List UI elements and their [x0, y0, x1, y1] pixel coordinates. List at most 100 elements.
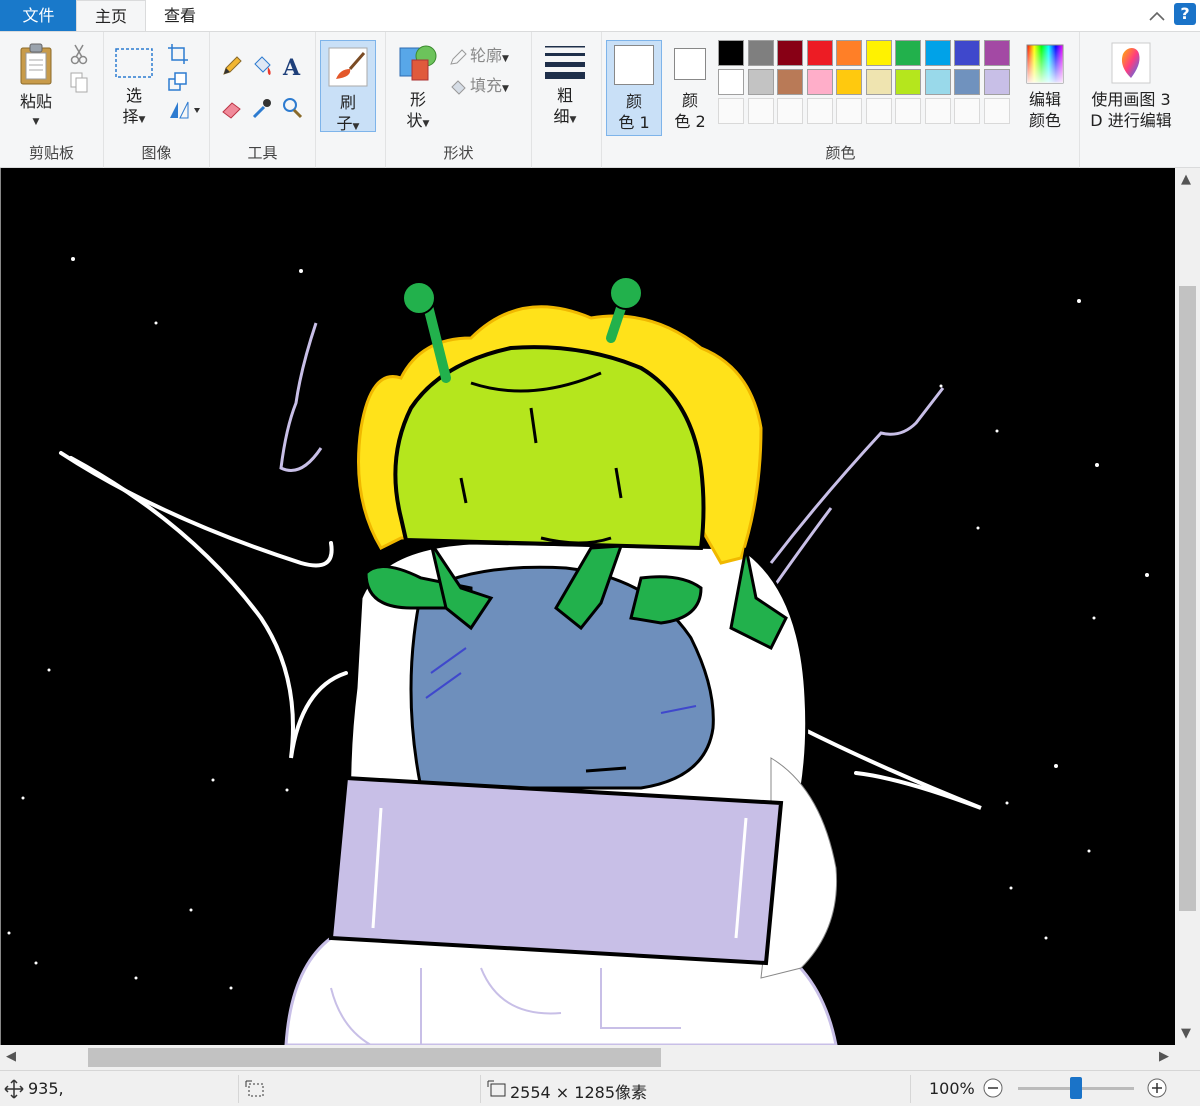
zoom-in-icon[interactable]	[1146, 1077, 1168, 1099]
custom-color-slot[interactable]	[777, 98, 803, 124]
canvas-workspace[interactable]	[0, 168, 1175, 1045]
collapse-ribbon-button[interactable]	[1146, 5, 1168, 27]
scroll-right-icon[interactable]: ▶	[1159, 1049, 1169, 1064]
scroll-left-icon[interactable]: ◀	[6, 1049, 16, 1064]
tab-home[interactable]: 主页	[76, 0, 146, 32]
select-label-2: 择	[122, 107, 139, 126]
palette-swatch[interactable]	[806, 69, 833, 95]
tools-group: A 工具	[210, 32, 316, 168]
custom-color-slot[interactable]	[836, 98, 862, 124]
vertical-scrollbar[interactable]: ▲ ▼	[1175, 168, 1200, 1045]
palette-swatch[interactable]	[836, 40, 862, 66]
resize-icon[interactable]	[166, 70, 190, 94]
horizontal-scroll-thumb[interactable]	[88, 1048, 661, 1067]
color-picker-icon[interactable]	[250, 96, 274, 120]
zoom-slider[interactable]	[1018, 1077, 1134, 1099]
palette-swatch[interactable]	[777, 69, 803, 95]
zoom-slider-thumb[interactable]	[1070, 1077, 1082, 1099]
eraser-icon[interactable]	[220, 96, 244, 120]
tab-view[interactable]: 查看	[146, 0, 214, 31]
palette-swatch[interactable]	[924, 69, 951, 95]
svg-text:A: A	[282, 55, 301, 78]
select-button[interactable]: 选 择▼	[112, 46, 156, 131]
palette-swatch[interactable]	[983, 40, 1010, 66]
horizontal-scrollbar[interactable]: ◀ ▶	[0, 1045, 1175, 1070]
palette-swatch[interactable]	[865, 40, 892, 66]
drawing-canvas[interactable]	[1, 168, 1175, 1045]
paste-button[interactable]: 粘贴 ▼	[10, 42, 62, 133]
palette-swatch[interactable]	[865, 69, 892, 95]
palette-swatch[interactable]	[924, 40, 951, 66]
crop-icon[interactable]	[166, 42, 190, 66]
chevron-down-icon: ▼	[32, 117, 40, 127]
fill-icon	[451, 79, 466, 95]
custom-color-slot[interactable]	[806, 98, 833, 124]
palette-swatch[interactable]	[983, 69, 1010, 95]
size-group: 粗 细▼	[532, 32, 602, 168]
cut-icon[interactable]	[67, 42, 91, 66]
color-wheel-icon	[1026, 44, 1064, 84]
copy-icon[interactable]	[67, 70, 91, 94]
shapes-group: 形 状▼ 轮廓▼ 填充▼ 形状	[386, 32, 532, 168]
edit-with-paint3d-button[interactable]: 使用画图 3 D 进行编辑	[1084, 42, 1178, 131]
palette-swatch[interactable]	[895, 69, 921, 95]
custom-color-slot[interactable]	[718, 98, 744, 124]
selection-size-icon	[245, 1080, 264, 1097]
image-group: 选 择▼ 图像	[104, 32, 210, 168]
image-size-icon	[487, 1080, 506, 1097]
zoom-level: 100%	[929, 1079, 975, 1098]
outline-pencil-icon	[450, 48, 467, 65]
shapes-button[interactable]: 形 状▼	[394, 42, 442, 135]
size-button[interactable]: 粗 细▼	[540, 44, 590, 131]
palette-swatch[interactable]	[747, 40, 774, 66]
shapes-label-1: 形	[409, 90, 426, 109]
color-2-button[interactable]: 颜 色 2	[664, 44, 716, 132]
fill-bucket-icon[interactable]	[250, 54, 274, 78]
palette-swatch[interactable]	[777, 40, 803, 66]
scroll-down-icon[interactable]: ▼	[1181, 1026, 1191, 1041]
text-icon[interactable]: A	[280, 54, 304, 78]
palette-swatch[interactable]	[806, 40, 833, 66]
brush-icon	[328, 47, 368, 87]
custom-color-slot[interactable]	[865, 98, 892, 124]
chevron-down-icon: ▼	[502, 54, 509, 64]
paint3d-icon	[1111, 42, 1151, 84]
color-2-swatch	[674, 48, 706, 80]
magnifier-icon[interactable]	[280, 96, 304, 120]
pencil-icon[interactable]	[220, 54, 244, 78]
scrollbar-corner	[1175, 1045, 1200, 1070]
custom-color-slot[interactable]	[895, 98, 921, 124]
fill-button[interactable]: 填充▼	[448, 72, 509, 97]
outline-label: 轮廓	[470, 46, 503, 65]
palette-swatch[interactable]	[895, 40, 921, 66]
custom-color-slot[interactable]	[747, 98, 774, 124]
palette-swatch[interactable]	[954, 69, 980, 95]
tab-file[interactable]: 文件	[0, 0, 77, 31]
color-1-button[interactable]: 颜 色 1	[606, 40, 662, 136]
custom-color-slot[interactable]	[954, 98, 980, 124]
status-bar: 935, 2554 × 1285像素 100%	[0, 1070, 1200, 1106]
color-2-label-1: 颜	[681, 91, 698, 110]
chevron-down-icon: ▼	[422, 119, 430, 129]
rotate-icon[interactable]	[166, 98, 202, 122]
vertical-scroll-thumb[interactable]	[1179, 286, 1196, 911]
palette-swatch[interactable]	[718, 69, 744, 95]
outline-button[interactable]: 轮廓▼	[448, 42, 509, 67]
custom-color-slot[interactable]	[983, 98, 1010, 124]
fill-label: 填充	[470, 76, 503, 95]
palette-swatch[interactable]	[954, 40, 980, 66]
brushes-button[interactable]: 刷 子▼	[320, 40, 376, 133]
palette-swatch[interactable]	[747, 69, 774, 95]
edit-colors-button[interactable]: 编辑 颜色	[1020, 44, 1070, 131]
palette-swatch[interactable]	[718, 40, 744, 66]
chevron-down-icon: ▼	[502, 84, 509, 94]
color-1-label-2: 色 1	[618, 113, 650, 132]
custom-color-slot[interactable]	[924, 98, 951, 124]
help-button[interactable]: ?	[1174, 3, 1196, 25]
select-label-1: 选	[125, 86, 142, 105]
zoom-out-icon[interactable]	[982, 1077, 1004, 1099]
palette-swatch[interactable]	[836, 69, 862, 95]
color-1-label-1: 颜	[625, 92, 642, 111]
size-label-2: 细	[553, 107, 570, 126]
scroll-up-icon[interactable]: ▲	[1181, 172, 1191, 187]
